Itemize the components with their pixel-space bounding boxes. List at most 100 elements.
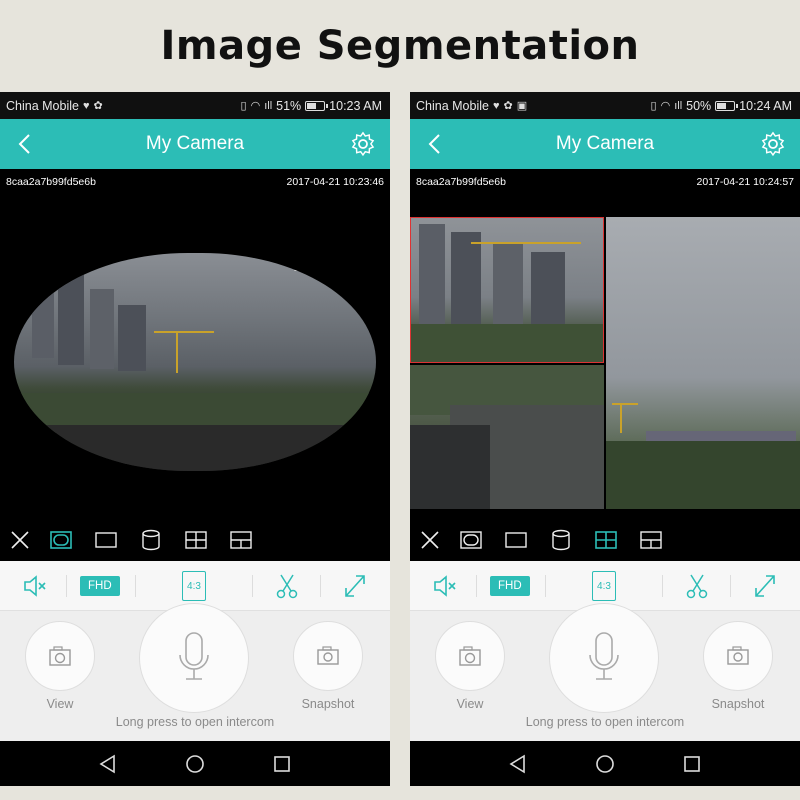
intercom-hint: Long press to open intercom bbox=[525, 715, 685, 729]
split-view-mode-icon[interactable] bbox=[229, 529, 253, 551]
view-mode-bar bbox=[0, 519, 390, 561]
quality-fhd-button[interactable]: FHD bbox=[80, 576, 120, 596]
single-view-mode-icon[interactable] bbox=[504, 529, 528, 551]
building bbox=[58, 275, 84, 365]
building bbox=[32, 263, 54, 358]
back-icon[interactable] bbox=[14, 132, 38, 156]
quad-view-mode-icon[interactable] bbox=[594, 529, 618, 551]
osd-channel: 401 bbox=[52, 448, 66, 457]
scissors-icon[interactable] bbox=[274, 571, 300, 601]
nav-home-icon[interactable] bbox=[184, 753, 206, 775]
single-view-mode-icon[interactable] bbox=[94, 529, 118, 551]
gallery-icon bbox=[49, 646, 71, 666]
building bbox=[90, 289, 114, 369]
building bbox=[419, 224, 445, 324]
camera-icon bbox=[727, 646, 749, 665]
fullscreen-icon[interactable] bbox=[752, 571, 778, 601]
close-icon[interactable] bbox=[8, 529, 32, 551]
snapshot-button[interactable] bbox=[703, 621, 773, 691]
carrier-label: China Mobile bbox=[416, 98, 489, 113]
aspect-ratio-button[interactable]: 4:3 bbox=[182, 571, 206, 601]
page-title: My Camera bbox=[555, 133, 655, 154]
settings-gear-icon[interactable] bbox=[760, 131, 786, 157]
intercom-button[interactable] bbox=[549, 603, 659, 713]
heart-icon: ♥ bbox=[82, 99, 90, 112]
wifi-icon: ◠ bbox=[660, 100, 671, 112]
controls-panel: View Long press to open intercom Snapsho… bbox=[0, 603, 390, 741]
settings-gear-icon[interactable] bbox=[350, 131, 376, 157]
cylinder-mode-icon[interactable] bbox=[139, 529, 163, 551]
banner-title: Image Segmentation bbox=[160, 23, 640, 69]
osd-date: 2017-04-21 bbox=[293, 263, 340, 273]
aspect-ratio-button[interactable]: 4:3 bbox=[592, 571, 616, 601]
nav-recents-icon[interactable] bbox=[681, 753, 703, 775]
building bbox=[493, 244, 523, 330]
crane bbox=[471, 242, 581, 244]
fisheye-mode-icon[interactable] bbox=[49, 529, 73, 551]
app-notification-icon: ✿ bbox=[503, 100, 513, 112]
battery-icon bbox=[715, 100, 739, 111]
view-button[interactable] bbox=[25, 621, 95, 691]
status-bar: China Mobile ♥ ✿ ▣ ▯ ◠ ıll 50% 10:24 AM bbox=[410, 92, 800, 119]
mute-icon[interactable] bbox=[432, 571, 458, 601]
quality-fhd-button[interactable]: FHD bbox=[490, 576, 530, 596]
nav-back-icon[interactable] bbox=[97, 753, 119, 775]
clock: 10:24 AM bbox=[739, 98, 792, 113]
crane bbox=[612, 403, 638, 405]
segmented-view[interactable] bbox=[410, 217, 800, 509]
crane bbox=[176, 331, 178, 373]
snapshot-label: Snapshot bbox=[301, 697, 355, 711]
nav-home-icon[interactable] bbox=[594, 753, 616, 775]
building bbox=[451, 232, 481, 328]
nav-recents-icon[interactable] bbox=[271, 753, 293, 775]
app-bar: My Camera bbox=[410, 119, 800, 169]
view-mode-bar bbox=[410, 519, 800, 561]
segment-bottom-left[interactable] bbox=[410, 365, 604, 509]
system-nav-bar bbox=[0, 741, 390, 786]
video-view[interactable]: 8caa2a7b99fd5e6b 2017-04-21 10:23:46 201… bbox=[0, 169, 390, 519]
view-label: View bbox=[46, 697, 74, 711]
controls-panel: View Long press to open intercom Snapsho… bbox=[410, 603, 800, 741]
cylinder-mode-icon[interactable] bbox=[549, 529, 573, 551]
snapshot-label: Snapshot bbox=[711, 697, 765, 711]
vibrate-icon: ▯ bbox=[650, 100, 657, 112]
crane bbox=[154, 331, 214, 333]
gallery-icon bbox=[459, 646, 481, 666]
mute-icon[interactable] bbox=[22, 571, 48, 601]
split-view-mode-icon[interactable] bbox=[639, 529, 663, 551]
intercom-button[interactable] bbox=[139, 603, 249, 713]
parked-cars bbox=[410, 425, 490, 509]
segment-right[interactable] bbox=[606, 217, 800, 509]
quad-view-mode-icon[interactable] bbox=[184, 529, 208, 551]
snapshot-button[interactable] bbox=[293, 621, 363, 691]
app-notification-icon: ▣ bbox=[516, 100, 528, 112]
building bbox=[531, 252, 565, 332]
fullscreen-icon[interactable] bbox=[342, 571, 368, 601]
banner: Image Segmentation bbox=[0, 0, 800, 92]
phone-left: China Mobile ♥ ✿ ▯ ◠ ıll 51% 10:23 AM My… bbox=[0, 92, 390, 786]
fisheye-mode-icon[interactable] bbox=[459, 529, 483, 551]
wifi-icon: ◠ bbox=[250, 100, 261, 112]
vibrate-icon: ▯ bbox=[240, 100, 247, 112]
video-view[interactable]: 8caa2a7b99fd5e6b 2017-04-21 10:24:57 bbox=[410, 169, 800, 519]
fisheye-image[interactable]: 2017-04-21 401 bbox=[14, 253, 376, 471]
status-bar: China Mobile ♥ ✿ ▯ ◠ ıll 51% 10:23 AM bbox=[0, 92, 390, 119]
close-icon[interactable] bbox=[418, 529, 442, 551]
device-id: 8caa2a7b99fd5e6b bbox=[6, 176, 96, 188]
segment-top-left-selected[interactable] bbox=[410, 217, 604, 363]
clock: 10:23 AM bbox=[329, 98, 382, 113]
screenshot-canvas: Image Segmentation China Mobile ♥ ✿ ▯ ◠ … bbox=[0, 0, 800, 800]
signal-icon: ıll bbox=[264, 99, 273, 112]
system-nav-bar bbox=[410, 741, 800, 786]
building bbox=[118, 305, 146, 371]
back-icon[interactable] bbox=[424, 132, 448, 156]
aspect-ratio-label: 4:3 bbox=[597, 580, 611, 592]
nav-back-icon[interactable] bbox=[507, 753, 529, 775]
camera-icon bbox=[317, 646, 339, 665]
crane bbox=[620, 403, 622, 433]
battery-icon bbox=[305, 100, 329, 111]
trees bbox=[411, 324, 603, 362]
app-bar: My Camera bbox=[0, 119, 390, 169]
scissors-icon[interactable] bbox=[684, 571, 710, 601]
view-button[interactable] bbox=[435, 621, 505, 691]
